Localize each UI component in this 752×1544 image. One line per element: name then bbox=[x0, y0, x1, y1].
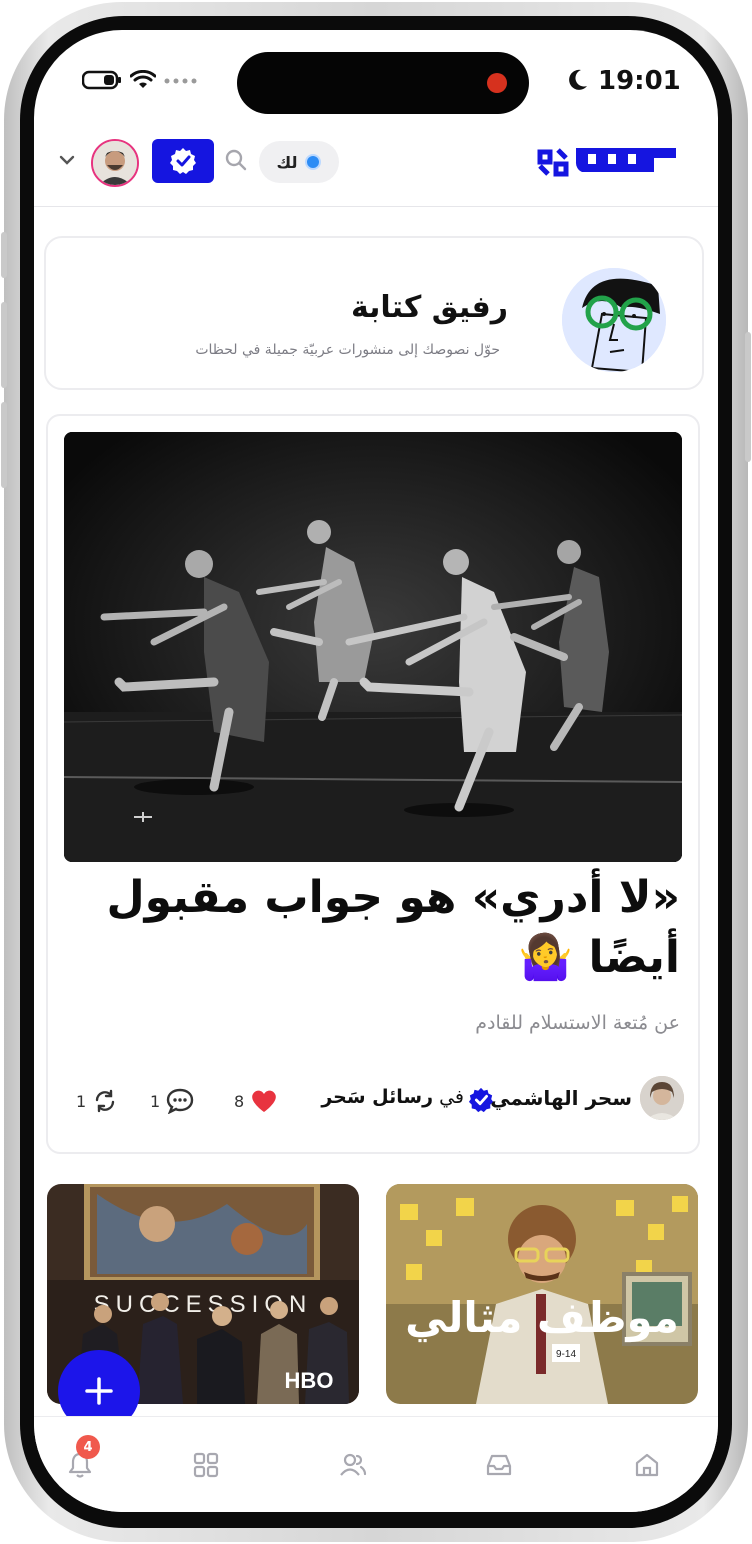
employee-card[interactable]: 9-14 موظف مثالي bbox=[386, 1184, 698, 1404]
app-logo[interactable] bbox=[536, 142, 680, 182]
language-pill-label: لك bbox=[276, 152, 298, 172]
verified-button[interactable] bbox=[152, 139, 214, 183]
notification-badge: 4 bbox=[76, 1435, 100, 1459]
tab-people[interactable] bbox=[333, 1445, 373, 1485]
online-dot bbox=[305, 154, 322, 170]
author-photo bbox=[640, 1076, 684, 1120]
search-icon[interactable] bbox=[224, 148, 248, 172]
status-icons bbox=[82, 70, 198, 90]
volume-down-button bbox=[1, 402, 7, 488]
publication-label[interactable]: في رسائل سَحر bbox=[321, 1086, 464, 1108]
plus-icon bbox=[85, 1377, 113, 1405]
tab-explore[interactable] bbox=[186, 1445, 226, 1485]
companion-subtitle: حوّل نصوصك إلى منشورات عربيّة جميلة في ل… bbox=[195, 342, 500, 358]
author-name[interactable]: سحر الهاشمي bbox=[490, 1086, 632, 1110]
volume-up-button bbox=[1, 302, 7, 388]
bottom-tab-bar: 4 bbox=[34, 1416, 718, 1512]
power-button bbox=[745, 332, 751, 462]
article-hero-image[interactable] bbox=[64, 432, 682, 862]
moon-icon bbox=[569, 69, 587, 90]
verified-badge-icon bbox=[170, 148, 196, 174]
tab-notifications[interactable]: 4 bbox=[60, 1435, 100, 1485]
battery-icon bbox=[82, 70, 121, 90]
repost-icon bbox=[95, 1089, 115, 1113]
mascot-illustration bbox=[562, 268, 666, 372]
profile-avatar[interactable] bbox=[91, 139, 139, 187]
companion-title: رفيق كتابة bbox=[350, 290, 508, 325]
article-card[interactable]: «لا أدري» هو جواب مقبول أيضًا 🤷‍♀️ عن مُ… bbox=[46, 414, 700, 1154]
companion-mascot bbox=[562, 268, 666, 372]
inbox-icon bbox=[486, 1454, 512, 1476]
wifi-icon bbox=[130, 70, 156, 88]
avatar-image bbox=[93, 141, 137, 185]
employee-title: موظف مثالي bbox=[405, 1293, 679, 1343]
article-subtitle: عن مُتعة الاستسلام للقادم bbox=[475, 1012, 680, 1034]
hbo-logo: HBO bbox=[285, 1368, 334, 1393]
comment-count: 1 bbox=[150, 1091, 161, 1111]
employee-tag: 9-14 bbox=[556, 1349, 576, 1360]
article-title[interactable]: «لا أدري» هو جواب مقبول أيضًا 🤷‍♀️ bbox=[80, 868, 680, 988]
like-count: 8 bbox=[234, 1091, 245, 1111]
recording-indicator bbox=[487, 73, 507, 93]
employee-poster: 9-14 موظف مثالي bbox=[386, 1184, 698, 1404]
dancers-photo bbox=[64, 432, 682, 862]
like-button[interactable]: 8 bbox=[234, 1088, 278, 1114]
article-meta: سحر الهاشمي في رسائل سَحر 8 1 1 bbox=[48, 1076, 698, 1124]
publication-name: رسائل سَحر bbox=[321, 1086, 434, 1108]
repost-count: 1 bbox=[76, 1091, 87, 1111]
publication-prefix: في bbox=[439, 1086, 464, 1108]
language-pill[interactable]: لك bbox=[259, 141, 339, 183]
companion-card[interactable]: رفيق كتابة حوّل نصوصك إلى منشورات عربيّة… bbox=[44, 236, 704, 390]
screen: 19:01 لك رفيق كتابة حوّل نصوصك إلى منشور… bbox=[34, 30, 718, 1512]
tab-inbox[interactable] bbox=[479, 1445, 519, 1485]
users-icon bbox=[340, 1453, 367, 1476]
comment-icon bbox=[166, 1088, 194, 1114]
heart-icon bbox=[252, 1090, 276, 1112]
comment-button[interactable]: 1 bbox=[150, 1088, 194, 1114]
author-avatar[interactable] bbox=[640, 1076, 684, 1120]
status-bar: 19:01 bbox=[34, 30, 718, 130]
home-icon bbox=[635, 1453, 659, 1477]
grid-icon bbox=[193, 1452, 219, 1478]
status-time: 19:01 bbox=[598, 66, 681, 96]
verified-icon bbox=[468, 1087, 494, 1113]
dynamic-island bbox=[237, 52, 529, 114]
chevron-down-icon[interactable] bbox=[58, 154, 76, 166]
mute-switch bbox=[1, 232, 7, 278]
tab-home[interactable] bbox=[627, 1445, 667, 1485]
cellular-signal-icon bbox=[164, 78, 197, 84]
repost-button[interactable]: 1 bbox=[76, 1088, 118, 1114]
